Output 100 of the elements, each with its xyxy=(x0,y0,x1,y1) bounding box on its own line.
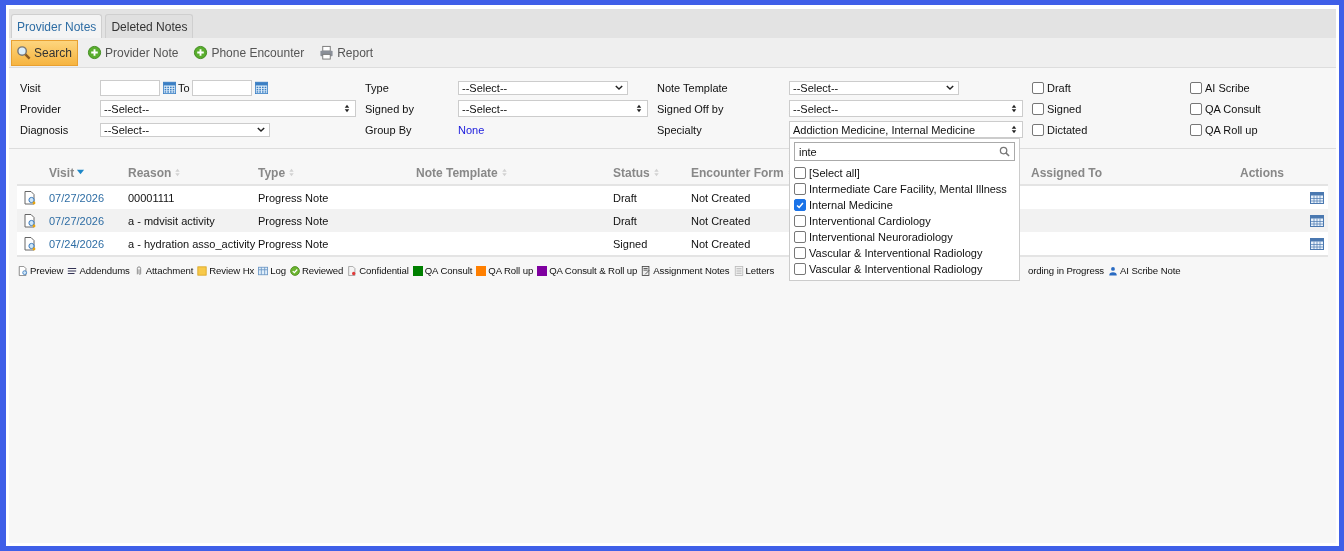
sort-arrows-icon xyxy=(1010,104,1018,113)
select-field[interactable]: --Select-- xyxy=(789,100,1023,117)
checkbox[interactable]: Signed xyxy=(1032,102,1082,115)
field-label: To xyxy=(178,81,190,94)
field-label: Diagnosis xyxy=(20,123,70,136)
select-field[interactable]: --Select-- xyxy=(100,100,356,117)
sort-arrows-icon xyxy=(635,104,643,113)
document-pen-icon xyxy=(641,265,652,276)
tab[interactable]: Provider Notes xyxy=(11,14,103,38)
table-cell-text: 00001111 xyxy=(128,191,176,204)
select-field[interactable]: --Select-- xyxy=(100,122,270,137)
table-cell-text: Signed xyxy=(613,237,649,250)
checkbox[interactable]: Internal Medicine xyxy=(794,198,1015,212)
checkbox[interactable]: QA Consult xyxy=(1190,102,1261,115)
table-cell-text: Not Created xyxy=(691,237,752,250)
search-button[interactable]: Search xyxy=(11,39,79,66)
legend-label: Review Hx xyxy=(209,265,255,276)
chevron-down-icon xyxy=(615,83,623,92)
search-field[interactable]: inte xyxy=(794,142,1015,161)
select-field[interactable]: Addiction Medicine, Internal Medicine xyxy=(789,121,1023,138)
note-icon xyxy=(197,265,208,276)
chevron-down-icon xyxy=(257,125,265,134)
table-cell-text: a - mdvisit activity xyxy=(128,214,216,227)
field-label: Provider xyxy=(20,102,62,115)
legend-label: QA Consult & Roll up xyxy=(549,265,638,276)
date-field[interactable] xyxy=(191,79,252,96)
visit-link[interactable]: 07/27/2026 xyxy=(49,214,128,227)
add-button[interactable]: Phone Encounter xyxy=(188,39,311,66)
document-icon xyxy=(347,265,358,276)
field-label: Specialty xyxy=(657,123,703,136)
checkbox[interactable]: Interventional Cardiology xyxy=(794,214,1015,228)
calendar-icon[interactable] xyxy=(163,81,176,94)
calendar-icon[interactable] xyxy=(254,81,268,94)
checkbox[interactable]: AI Scribe xyxy=(1190,81,1250,94)
visit-link[interactable]: 07/24/2026 xyxy=(49,237,128,250)
checkbox[interactable]: Interventional Neuroradiology xyxy=(794,230,1015,244)
field-label: Group By xyxy=(365,123,413,136)
field-label: Visit xyxy=(20,81,42,94)
checkbox[interactable]: Intermediate Care Facility, Mental Illness xyxy=(794,182,1015,196)
printer-icon xyxy=(319,45,335,60)
legend-label: Log xyxy=(270,265,286,276)
legend-label: ording in Progress xyxy=(1028,265,1105,276)
select-field[interactable]: --Select-- xyxy=(458,100,648,117)
legend-label: Confidential xyxy=(359,265,409,276)
plus-circle-icon xyxy=(193,45,209,60)
preview-icon[interactable] xyxy=(23,190,37,205)
legend-label: Attachment xyxy=(145,265,194,276)
add-button[interactable]: Provider Note xyxy=(82,39,185,66)
checkbox[interactable]: QA Roll up xyxy=(1190,123,1258,136)
person-icon xyxy=(1108,265,1119,276)
select-field[interactable]: --Select-- xyxy=(789,80,959,95)
field-label: Type xyxy=(365,81,390,94)
lines-icon xyxy=(67,265,78,276)
calendar-icon[interactable] xyxy=(1310,214,1324,227)
chevron-down-icon xyxy=(946,83,954,92)
legend-label: AI Scribe Note xyxy=(1120,265,1181,276)
select-field[interactable]: --Select-- xyxy=(458,80,628,95)
column-header: Actions xyxy=(1240,165,1285,180)
report-button[interactable]: Report xyxy=(314,39,380,66)
column-header: Assigned To xyxy=(1031,165,1104,180)
document-magnifier-icon xyxy=(18,265,28,276)
checkbox[interactable]: Draft xyxy=(1032,81,1071,94)
preview-icon[interactable] xyxy=(23,236,37,251)
plus-circle-icon xyxy=(87,45,103,60)
field-label: Note Template xyxy=(657,81,729,94)
table-cell-text: Progress Note xyxy=(258,237,330,250)
calendar-icon[interactable] xyxy=(1310,191,1324,204)
table-cell-text: Draft xyxy=(613,214,638,227)
group-by-link[interactable]: None xyxy=(458,123,485,136)
table-cell-text: Not Created xyxy=(691,214,752,227)
table-cell-text: a - hydration asso_activity xyxy=(128,237,257,250)
legend-label: QA Roll up xyxy=(488,265,534,276)
checkbox[interactable]: Dictated xyxy=(1032,123,1088,136)
table-cell-text: Progress Note xyxy=(258,191,330,204)
page-icon xyxy=(733,265,744,276)
sort-descending-icon[interactable] xyxy=(76,168,86,177)
legend-label: QA Consult xyxy=(424,265,473,276)
legend-label: Reviewed xyxy=(301,265,344,276)
legend-label: Addendums xyxy=(79,265,130,276)
field-label: Signed by xyxy=(365,102,415,115)
field-label: Signed Off by xyxy=(657,102,725,115)
sort-arrows-icon xyxy=(1010,125,1018,134)
search-icon xyxy=(999,146,1010,157)
date-field[interactable] xyxy=(100,79,160,96)
preview-icon[interactable] xyxy=(23,213,37,228)
table-cell-text: Draft xyxy=(613,191,638,204)
sort-arrows-icon xyxy=(343,104,351,113)
table-cell-text: Not Created xyxy=(691,191,752,204)
legend-label: Assignment Notes xyxy=(653,265,730,276)
search-icon xyxy=(16,45,31,60)
legend-label: Letters xyxy=(745,265,775,276)
legend-label: Preview xyxy=(30,265,64,276)
check-circle-icon xyxy=(289,265,300,276)
checkbox[interactable]: Vascular & Interventional Radiology xyxy=(794,246,1015,260)
grid-icon xyxy=(258,265,269,276)
visit-link[interactable]: 07/27/2026 xyxy=(49,191,128,204)
checkbox[interactable]: Vascular & Interventional Radiology xyxy=(794,262,1015,276)
tab[interactable]: Deleted Notes xyxy=(105,14,194,38)
checkmark-icon xyxy=(795,200,805,210)
calendar-icon[interactable] xyxy=(1310,237,1324,250)
